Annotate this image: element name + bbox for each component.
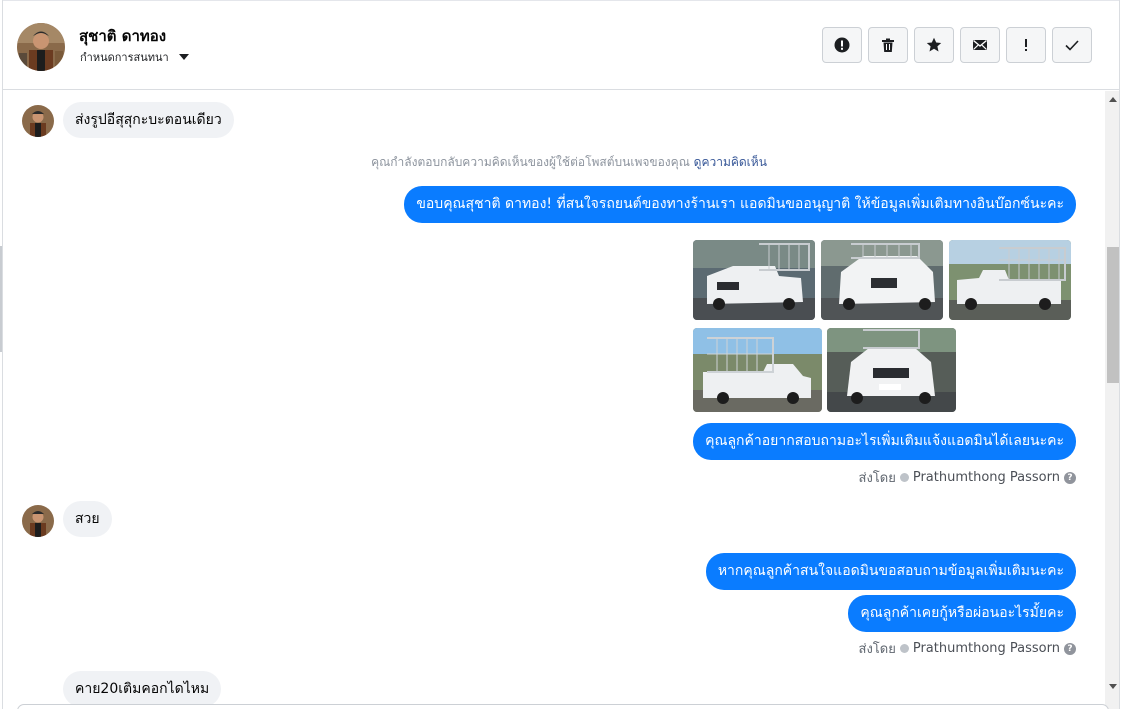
contact-name: สุชาติ ดาทอง <box>79 27 167 45</box>
outgoing-message[interactable]: คุณลูกค้าอยากสอบถามอะไรเพิ่มเติมแจ้งแอดม… <box>693 423 1076 460</box>
assign-conversation-dropdown[interactable]: กำหนดการสนทนา <box>80 48 189 66</box>
outgoing-message[interactable]: คุณลูกค้าเคยกู้หรือผ่อนอะไรมั้ยคะ <box>848 595 1076 632</box>
message-thread[interactable]: ส่งรูปอีสุสุกะบะตอนเดียว คุณกำลังตอบกลับ… <box>3 91 1105 709</box>
attached-photo[interactable] <box>693 240 815 320</box>
star-button[interactable] <box>914 27 954 63</box>
mark-unread-button[interactable] <box>960 27 1000 63</box>
delete-button[interactable] <box>868 27 908 63</box>
agent-avatar-icon <box>899 644 909 653</box>
help-icon[interactable]: ? <box>1064 471 1076 484</box>
mark-done-button[interactable] <box>1052 27 1092 63</box>
sent-by-label: ส่งโดย <box>858 471 896 486</box>
agent-name[interactable]: Prathumthong Passorn <box>913 470 1060 485</box>
scroll-up-arrow-icon[interactable] <box>1109 97 1117 102</box>
sent-by-info: ส่งโดย Prathumthong Passorn ? <box>859 638 1076 659</box>
comment-reply-notice: คุณกำลังตอบกลับความคิดเห็นของผู้ใช้ต่อโพ… <box>3 153 1105 172</box>
outgoing-message[interactable]: ขอบคุณสุชาติ ดาทอง! ที่สนใจรถยนต์ของทางร… <box>404 186 1076 223</box>
checkmark-icon <box>1065 40 1079 51</box>
conversation-actions <box>822 27 1092 63</box>
incoming-message[interactable]: คาย20เติมคอกไดไหม <box>63 671 222 707</box>
sent-by-label: ส่งโดย <box>858 642 896 657</box>
sent-by-info: ส่งโดย Prathumthong Passorn ? <box>859 467 1076 488</box>
panel-divider <box>0 246 2 352</box>
follow-up-button[interactable] <box>1006 27 1046 63</box>
star-icon <box>926 37 942 52</box>
conversation-header: สุชาติ ดาทอง กำหนดการสนทนา <box>3 0 1119 90</box>
attached-photo[interactable] <box>693 328 822 412</box>
help-icon[interactable]: ? <box>1064 642 1076 655</box>
conversation-window: สุชาติ ดาทอง กำหนดการสนทนา ส่งรูปอีสุสุก… <box>2 0 1120 709</box>
view-comment-link[interactable]: ดูความคิดเห็น <box>694 155 767 169</box>
alert-circle-icon <box>834 37 850 53</box>
outgoing-message[interactable]: หากคุณลูกค้าสนใจแอดมินขอสอบถามข้อมูลเพิ่… <box>705 553 1076 590</box>
incoming-message[interactable]: สวย <box>63 501 112 537</box>
attached-photo[interactable] <box>827 328 956 412</box>
contact-avatar-small <box>22 505 54 537</box>
assign-conversation-label: กำหนดการสนทนา <box>80 51 169 64</box>
contact-avatar-small <box>22 105 54 137</box>
attached-photo[interactable] <box>949 240 1071 320</box>
attached-photo[interactable] <box>821 240 943 320</box>
exclamation-icon <box>1025 39 1027 51</box>
agent-avatar-icon <box>899 473 909 482</box>
agent-name[interactable]: Prathumthong Passorn <box>913 641 1060 656</box>
contact-avatar[interactable] <box>17 23 65 71</box>
incoming-message[interactable]: ส่งรูปอีสุสุกะบะตอนเดียว <box>63 102 234 138</box>
thread-scrollbar[interactable] <box>1105 91 1119 709</box>
trash-icon <box>882 38 894 52</box>
comment-reply-notice-text: คุณกำลังตอบกลับความคิดเห็นของผู้ใช้ต่อโพ… <box>371 155 690 169</box>
message-composer[interactable] <box>17 704 1109 709</box>
scrollbar-thumb[interactable] <box>1107 247 1119 383</box>
scroll-down-arrow-icon[interactable] <box>1109 684 1117 689</box>
caret-down-icon <box>178 54 189 60</box>
spam-report-button[interactable] <box>822 27 862 63</box>
envelope-icon <box>973 39 987 50</box>
